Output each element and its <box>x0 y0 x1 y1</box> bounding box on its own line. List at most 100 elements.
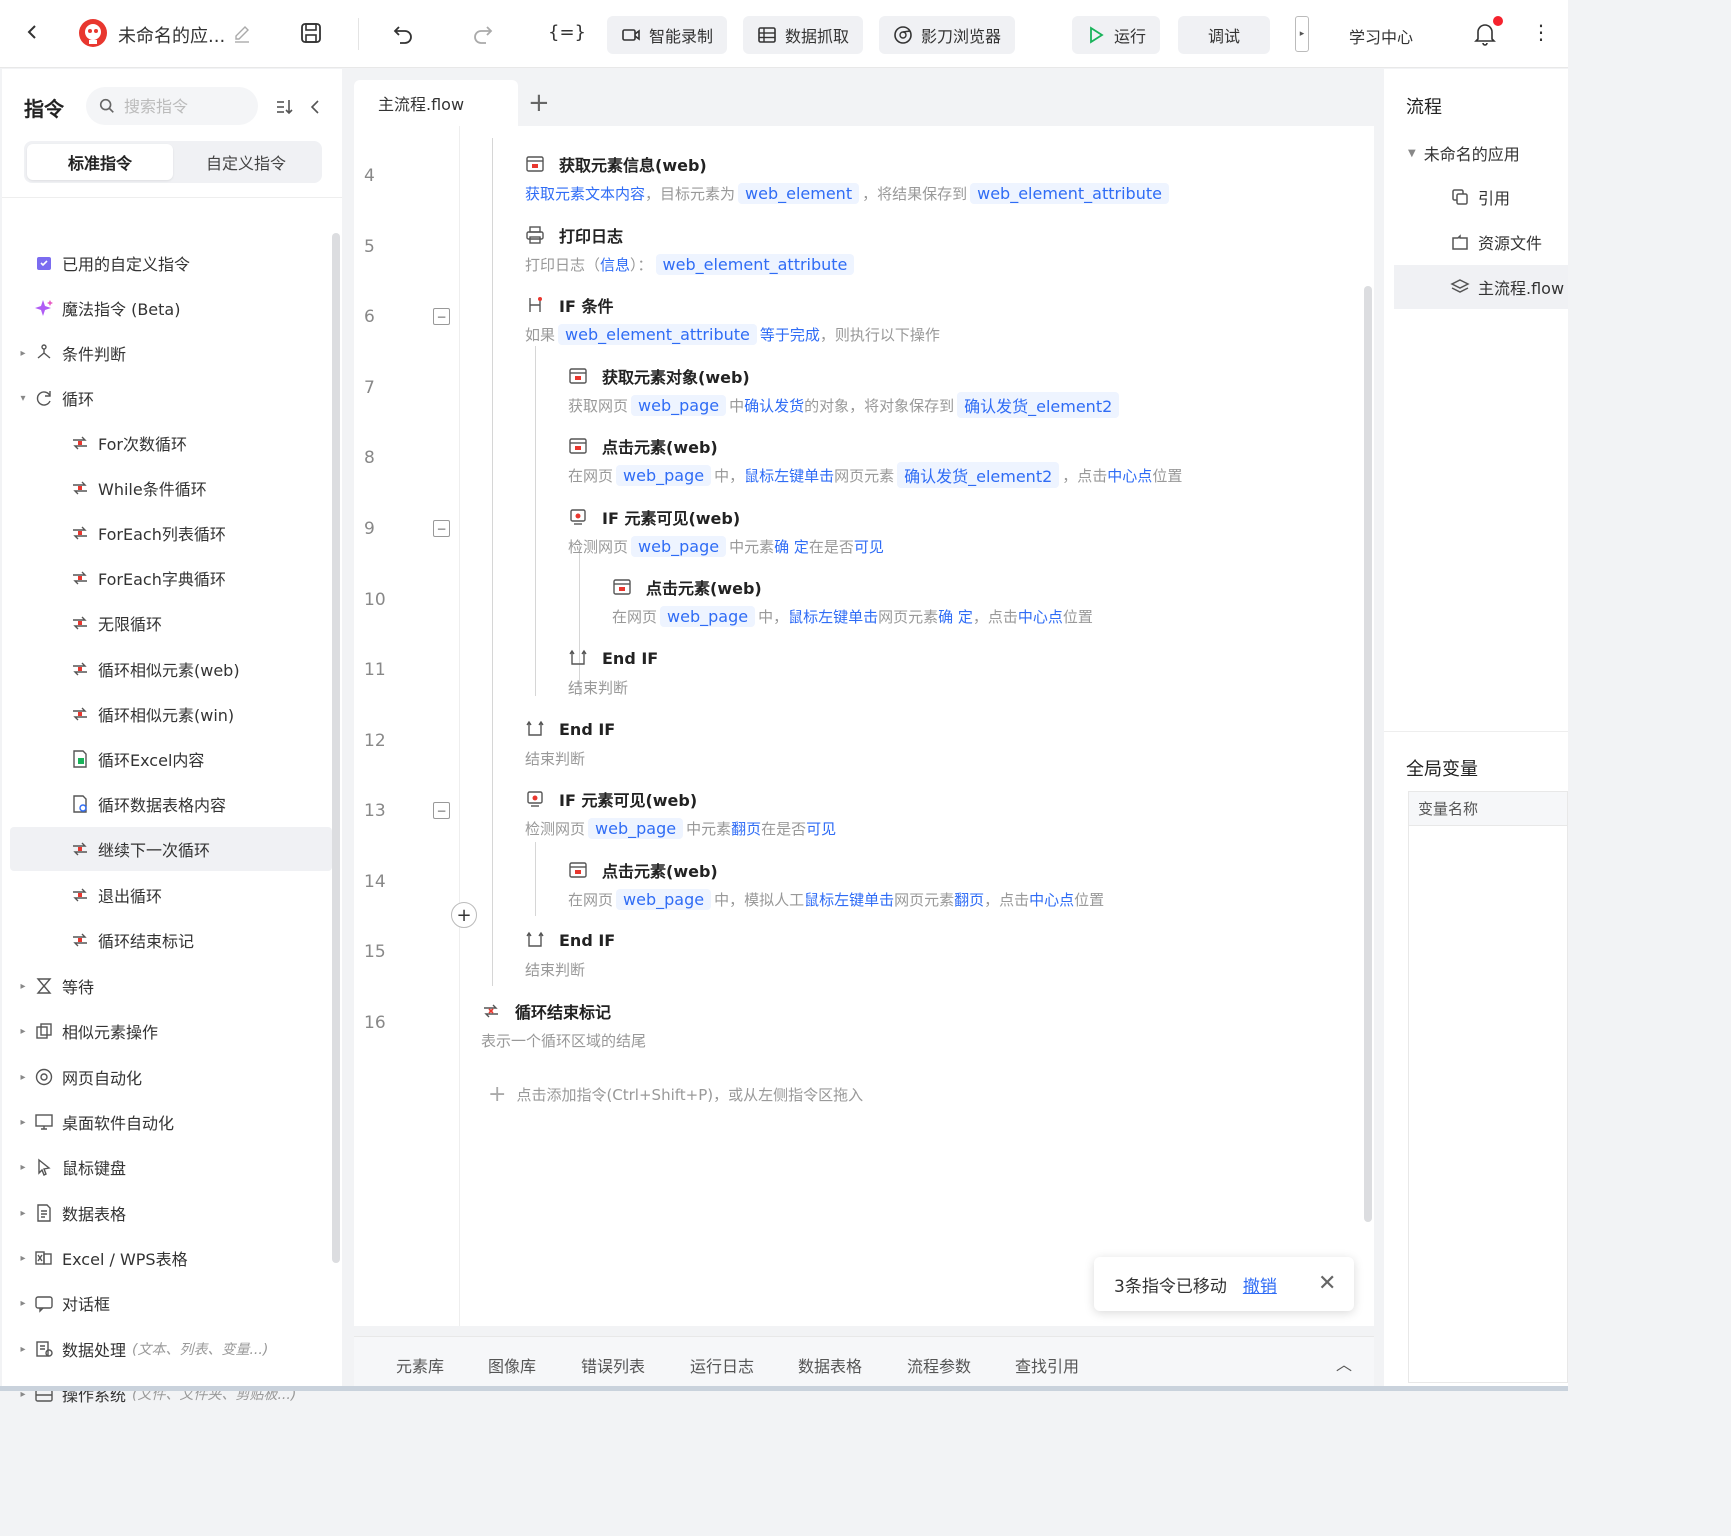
browser-button[interactable]: 影刀浏览器 <box>879 16 1016 54</box>
sidebar-item[interactable]: ▸ 等待 <box>10 964 332 1008</box>
keyword-text[interactable]: 中心点 <box>1018 606 1063 627</box>
editor-scrollbar[interactable] <box>1364 286 1372 1222</box>
flow-tree-reference[interactable]: 引用 <box>1450 185 1510 209</box>
keyword-text[interactable]: 中心点 <box>1029 889 1074 910</box>
variable-chip[interactable]: web_element_attribute <box>970 182 1169 204</box>
fold-toggle-icon[interactable]: − <box>433 802 450 819</box>
caret-right-icon[interactable]: ▸ <box>16 981 30 992</box>
variable-chip[interactable]: web_element_attribute <box>558 323 757 345</box>
sidebar-item[interactable]: 魔法指令 (Beta) <box>10 286 332 330</box>
variable-braces-icon[interactable]: {=} <box>548 22 586 43</box>
edit-pencil-icon[interactable] <box>232 24 252 44</box>
smart-record-button[interactable]: 智能录制 <box>607 16 728 54</box>
keyword-text[interactable]: 可见 <box>854 536 884 557</box>
flow-command[interactable]: 获取元素对象(web) 获取网页 web_page 中确认发货 的对象，将对象保存到 确认… <box>568 364 1122 418</box>
sort-icon[interactable] <box>274 97 294 117</box>
keyword-text[interactable]: 确 定 <box>774 536 809 557</box>
variable-chip[interactable]: web_page <box>588 817 684 839</box>
flow-command[interactable]: End IF 结束判断 <box>568 646 658 700</box>
sidebar-item[interactable]: ▸ Excel / WPS表格 <box>10 1236 332 1280</box>
bottom-tab[interactable]: 元素库 <box>396 1353 444 1377</box>
flow-command[interactable]: 点击元素(web) 在网页 web_page 中， 鼠标左键单击 网页元素确 定，点击 中心… <box>612 575 1093 629</box>
variable-chip[interactable]: web_page <box>616 464 712 486</box>
flow-command[interactable]: End IF 结束判断 <box>525 717 615 771</box>
variable-chip[interactable]: web_page <box>631 535 727 557</box>
keyword-text[interactable]: 确认发货 <box>744 395 804 416</box>
tab-main-flow[interactable]: 主流程.flow <box>354 80 518 126</box>
back-icon[interactable] <box>22 22 42 42</box>
caret-right-icon[interactable]: ▸ <box>16 1026 30 1037</box>
bottom-tab[interactable]: 数据表格 <box>798 1353 862 1377</box>
flow-tree-main-flow[interactable]: 主流程.flow <box>1394 265 1568 309</box>
flow-command[interactable]: 点击元素(web) 在网页 web_page 中， 鼠标左键单击 网页元素 确认发货_ele… <box>568 434 1182 488</box>
more-options-icon[interactable]: ⋮ <box>1531 22 1551 42</box>
flow-tree-app[interactable]: ▼ 未命名的应用 <box>1408 141 1520 165</box>
keyword-text[interactable]: 中心点 <box>1107 465 1152 486</box>
variable-chip[interactable]: 确认发货_element2 <box>897 462 1060 488</box>
sidebar-item[interactable]: For次数循环 <box>10 421 332 465</box>
sidebar-item[interactable]: 循环相似元素(win) <box>10 692 332 736</box>
sidebar-item[interactable]: ▸ 桌面软件自动化 <box>10 1100 332 1144</box>
keyword-text[interactable]: 鼠标左键单击 <box>788 606 878 627</box>
sidebar-item[interactable]: 退出循环 <box>10 873 332 917</box>
flow-command[interactable]: IF 元素可见(web) 检测网页 web_page 中元素确 定在是否 可见 <box>568 505 884 559</box>
bottom-tab[interactable]: 流程参数 <box>907 1353 971 1377</box>
keyword-text[interactable]: 翻页 <box>731 818 761 839</box>
variable-chip[interactable]: web_element <box>738 182 860 204</box>
caret-down-icon[interactable]: ▾ <box>16 393 30 404</box>
add-tab-icon[interactable]: + <box>528 88 550 118</box>
fold-toggle-icon[interactable]: − <box>433 308 450 325</box>
sidebar-item[interactable]: 循环Excel内容 <box>10 737 332 781</box>
caret-right-icon[interactable]: ▸ <box>16 1208 30 1219</box>
notification-bell-icon[interactable] <box>1474 22 1496 46</box>
command-search-input[interactable] <box>124 96 244 116</box>
keyword-text[interactable]: 可见 <box>806 818 836 839</box>
sidebar-item[interactable]: ▾ 循环 <box>10 376 332 420</box>
variable-chip[interactable]: web_page <box>660 605 756 627</box>
sidebar-item[interactable]: 已用的自定义指令 <box>10 241 332 285</box>
caret-right-icon[interactable]: ▸ <box>16 1253 30 1264</box>
save-icon[interactable] <box>300 22 322 44</box>
caret-right-icon[interactable]: ▸ <box>16 1344 30 1355</box>
sidebar-item[interactable]: ▸ 鼠标键盘 <box>10 1145 332 1189</box>
flow-command[interactable]: 点击元素(web) 在网页 web_page 中，模拟人工 鼠标左键单击 网页元素 翻页 ，点… <box>568 858 1104 912</box>
keyword-text[interactable]: 鼠标左键单击 <box>804 889 894 910</box>
debug-button[interactable]: 调试 <box>1178 16 1270 54</box>
sidebar-item[interactable]: ▸ 对话框 <box>10 1281 332 1325</box>
caret-right-icon[interactable]: ▸ <box>16 1117 30 1128</box>
chevron-up-icon[interactable]: ︿ <box>1336 1351 1352 1375</box>
variable-chip[interactable]: web_page <box>631 394 727 416</box>
sidebar-item[interactable]: ForEach字典循环 <box>10 556 332 600</box>
run-button[interactable]: 运行 <box>1072 16 1161 54</box>
undo-icon[interactable] <box>392 22 414 44</box>
keyword-text[interactable]: 鼠标左键单击 <box>744 465 834 486</box>
add-command-hint[interactable]: + 点击添加指令(Ctrl+Shift+P)，或从左侧指令区拖入 <box>488 1082 863 1107</box>
caret-right-icon[interactable]: ▸ <box>16 1162 30 1173</box>
fold-toggle-icon[interactable]: − <box>433 520 450 537</box>
caret-right-icon[interactable]: ▸ <box>16 348 30 359</box>
sidebar-item[interactable]: ForEach列表循环 <box>10 511 332 555</box>
sidebar-item[interactable]: 循环结束标记 <box>10 918 332 962</box>
insert-command-button[interactable]: + <box>451 902 477 928</box>
keyword-text[interactable]: 确 定 <box>938 606 973 627</box>
flow-command[interactable]: 打印日志 打印日志（ 信息）： web_element_attribute <box>525 223 857 277</box>
toast-undo-link[interactable]: 撤销 <box>1243 1272 1277 1297</box>
caret-right-icon[interactable]: ▸ <box>16 1072 30 1083</box>
sidebar-item[interactable]: 循环数据表格内容 <box>10 782 332 826</box>
collapse-panel-icon[interactable] <box>306 97 326 117</box>
flow-command[interactable]: 获取元素信息(web) 获取元素文本内容 ，目标元素为 web_element ，将结果… <box>525 152 1172 206</box>
sidebar-item[interactable]: 继续下一次循环 <box>10 827 332 871</box>
variable-chip[interactable]: web_element_attribute <box>655 253 855 275</box>
variable-chip[interactable]: web_page <box>616 888 712 910</box>
caret-right-icon[interactable]: ▸ <box>16 1298 30 1309</box>
command-search[interactable] <box>86 87 258 125</box>
keyword-text[interactable]: 获取元素文本内容 <box>525 183 645 204</box>
sidebar-item[interactable]: ▸ 条件判断 <box>10 331 332 375</box>
tab-custom-commands[interactable]: 自定义指令 <box>173 144 319 180</box>
flow-tree-resources[interactable]: 资源文件 <box>1450 230 1542 254</box>
flow-command[interactable]: IF 条件 如果 web_element_attribute 等于完成 ，则执行以下操作 <box>525 293 940 347</box>
expand-toolbar-icon[interactable]: ▸ <box>1295 16 1309 52</box>
sidebar-item[interactable]: While条件循环 <box>10 466 332 510</box>
redo-icon[interactable] <box>472 22 494 44</box>
tab-standard-commands[interactable]: 标准指令 <box>27 144 173 180</box>
